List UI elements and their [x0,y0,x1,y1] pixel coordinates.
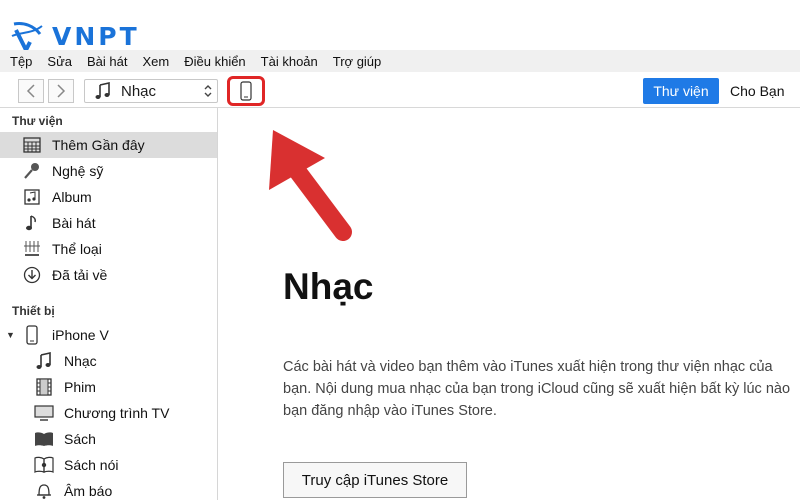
sidebar-item-label: Âm báo [64,483,113,499]
library-heading: Thư viện [12,114,63,128]
audiobook-icon [34,455,54,475]
sidebar-item-label: Sách [64,431,96,447]
sidebar-item-artists[interactable]: Nghệ sỹ [0,158,217,184]
microphone-icon [22,161,42,181]
sidebar-item-label: Thể loại [52,241,102,257]
tab-for-you[interactable]: Cho Bạn [730,78,784,104]
music-note-icon [22,213,42,233]
music-note-icon [34,351,54,371]
sidebar-item-device-tv[interactable]: Chương trình TV [0,400,217,426]
sidebar-item-label: Nhạc [64,353,97,369]
forward-button[interactable] [48,79,74,103]
itunes-store-button[interactable]: Truy cập iTunes Store [283,462,467,498]
menu-edit[interactable]: Sửa [47,54,72,69]
album-icon [22,187,42,207]
disclosure-triangle-icon[interactable]: ▼ [6,330,15,340]
menu-help[interactable]: Trợ giúp [333,54,382,69]
toolbar: Nhạc Thư viện Cho Bạn [0,72,800,108]
bell-icon [34,481,54,500]
tv-icon [34,403,54,423]
sidebar-item-device-audiobooks[interactable]: Sách nói [0,452,217,478]
media-source-label: Nhạc [121,82,157,100]
download-icon [22,265,42,285]
sidebar-item-songs[interactable]: Bài hát [0,210,217,236]
updown-chevron-icon [203,83,213,103]
chevron-right-icon [57,84,66,98]
sidebar-item-downloaded[interactable]: Đã tải về [0,262,217,288]
chevron-left-icon [26,84,35,98]
menu-song[interactable]: Bài hát [87,54,127,69]
iphone-icon [240,81,252,101]
vnpt-logo: VNPT [10,20,150,52]
sidebar-item-label: Nghệ sỹ [52,163,104,179]
menu-file[interactable]: Tệp [10,54,32,69]
music-note-icon [91,80,115,102]
sidebar-item-device-music[interactable]: Nhạc [0,348,217,374]
sidebar-item-device-movies[interactable]: Phim [0,374,217,400]
sidebar-item-label: Sách nói [64,457,119,473]
sidebar-item-label: Thêm Gần đây [52,137,145,153]
sidebar-item-label: iPhone V [52,327,109,343]
devices-heading: Thiết bị [12,304,55,318]
red-arrow-annotation-icon [269,130,352,241]
sidebar-item-label: Đã tải về [52,267,108,283]
menu-account[interactable]: Tài khoản [261,54,318,69]
sidebar: Thư viện Thêm Gần đây Nghệ sỹ Album Bài … [0,108,218,500]
sidebar-item-device-books[interactable]: Sách [0,426,217,452]
back-button[interactable] [18,79,44,103]
page-description: Các bài hát và video bạn thêm vào iTunes… [283,359,791,419]
tab-library[interactable]: Thư viện [643,78,719,104]
vnpt-logo-text: VNPT [52,22,140,51]
menu-controls[interactable]: Điều khiển [184,54,245,69]
book-icon [34,429,54,449]
iphone-icon [22,325,42,345]
sidebar-item-genres[interactable]: Thể loại [0,236,217,262]
sidebar-item-recently-added[interactable]: Thêm Gần đây [0,132,217,158]
menu-bar: Tệp Sửa Bài hát Xem Điều khiển Tài khoản… [0,50,800,72]
menu-view[interactable]: Xem [143,54,170,69]
calendar-grid-icon [22,135,42,155]
film-icon [34,377,54,397]
sidebar-item-label: Bài hát [52,215,96,231]
sidebar-item-iphone[interactable]: ▼ iPhone V [0,322,217,348]
sidebar-item-label: Chương trình TV [64,405,170,421]
device-button[interactable] [227,76,265,106]
sidebar-item-albums[interactable]: Album [0,184,217,210]
sidebar-item-label: Phim [64,379,96,395]
genre-icon [22,239,42,259]
sidebar-item-device-tones[interactable]: Âm báo [0,478,217,500]
media-source-select[interactable]: Nhạc [84,79,218,103]
page-title: Nhạc [283,266,374,307]
vnpt-logo-mark-icon [11,22,43,52]
sidebar-item-label: Album [52,189,92,205]
